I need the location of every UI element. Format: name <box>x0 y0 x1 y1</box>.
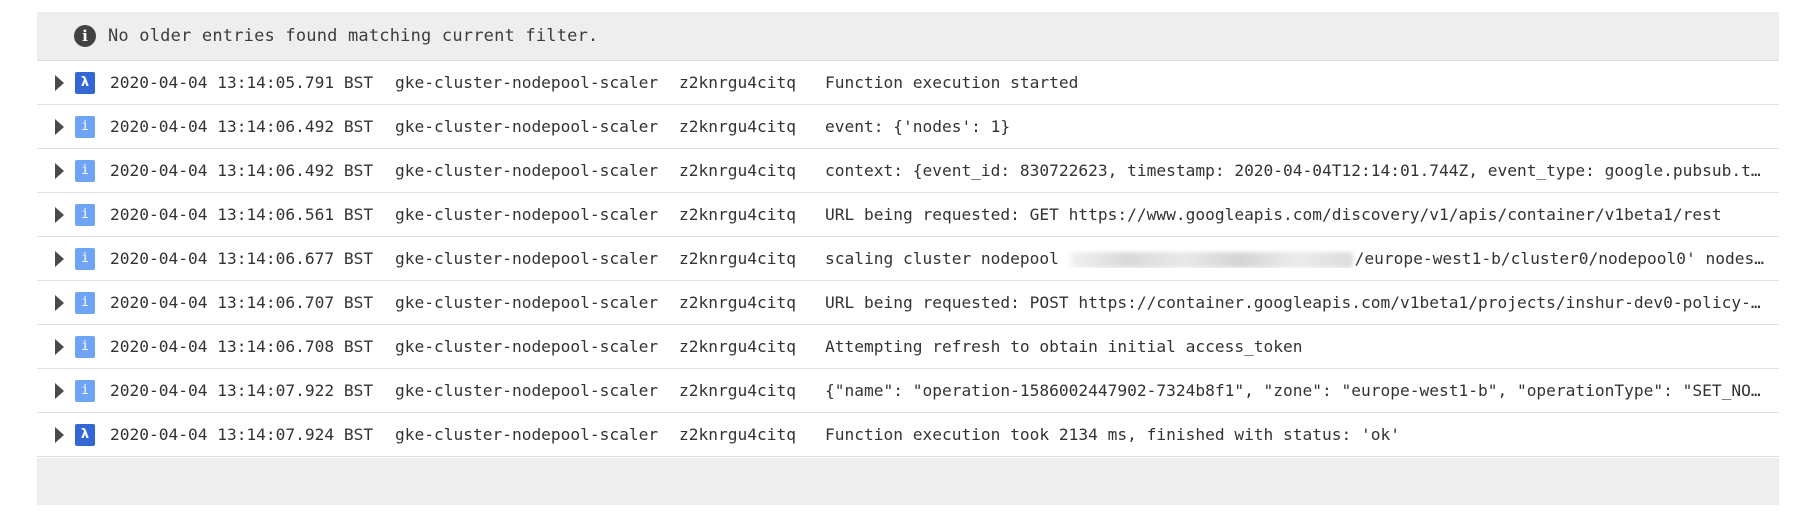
log-message: {"name": "operation-1586002447902-7324b8… <box>825 381 1779 400</box>
info-severity-icon: i <box>75 247 95 270</box>
log-timestamp: 2020-04-04 13:14:06.707 BST <box>110 293 374 312</box>
log-timestamp: 2020-04-04 13:14:06.677 BST <box>110 249 374 268</box>
log-timestamp: 2020-04-04 13:14:07.922 BST <box>110 381 374 400</box>
log-function-name[interactable]: gke-cluster-nodepool-scaler <box>395 205 679 224</box>
log-execution-id[interactable]: z2knrgu4citq <box>679 293 825 312</box>
log-function-name[interactable]: gke-cluster-nodepool-scaler <box>395 117 679 136</box>
log-entry-row[interactable]: i 2020-04-04 13:14:06.492 BST gke-cluste… <box>37 105 1779 149</box>
log-timestamp: 2020-04-04 13:14:07.924 BST <box>110 425 374 444</box>
log-entry-row[interactable]: λ 2020-04-04 13:14:05.791 BST gke-cluste… <box>37 61 1779 105</box>
expand-arrow-icon[interactable] <box>55 426 64 443</box>
info-severity-icon: i <box>75 203 95 226</box>
log-message: Attempting refresh to obtain initial acc… <box>825 337 1303 356</box>
expand-arrow-icon[interactable] <box>55 250 64 267</box>
function-lambda-icon: λ <box>75 423 95 446</box>
expand-arrow-icon[interactable] <box>55 294 64 311</box>
info-severity-icon: i <box>75 335 95 358</box>
expand-arrow-icon[interactable] <box>55 74 64 91</box>
log-entry-row[interactable]: i 2020-04-04 13:14:06.708 BST gke-cluste… <box>37 325 1779 369</box>
log-entry-row[interactable]: i 2020-04-04 13:14:06.561 BST gke-cluste… <box>37 193 1779 237</box>
expand-arrow-icon[interactable] <box>55 382 64 399</box>
log-timestamp: 2020-04-04 13:14:06.561 BST <box>110 205 374 224</box>
log-entry-row[interactable]: λ 2020-04-04 13:14:07.924 BST gke-cluste… <box>37 413 1779 457</box>
log-message-suffix: /europe-west1-b/cluster0/nodepool0' node… <box>1354 249 1779 268</box>
log-message: context: {event_id: 830722623, timestamp… <box>825 161 1779 180</box>
info-severity-icon: i <box>75 379 95 402</box>
log-timestamp: 2020-04-04 13:14:06.492 BST <box>110 117 374 136</box>
log-execution-id[interactable]: z2knrgu4citq <box>679 381 825 400</box>
log-entry-row[interactable]: i 2020-04-04 13:14:06.677 BST gke-cluste… <box>37 237 1779 281</box>
log-function-name[interactable]: gke-cluster-nodepool-scaler <box>395 337 679 356</box>
log-execution-id[interactable]: z2knrgu4citq <box>679 73 825 92</box>
log-execution-id[interactable]: z2knrgu4citq <box>679 337 825 356</box>
expand-arrow-icon[interactable] <box>55 162 64 179</box>
info-severity-icon: i <box>75 115 95 138</box>
log-timestamp: 2020-04-04 13:14:05.791 BST <box>110 73 374 92</box>
log-execution-id[interactable]: z2knrgu4citq <box>679 205 825 224</box>
log-message: URL being requested: GET https://www.goo… <box>825 205 1722 224</box>
log-function-name[interactable]: gke-cluster-nodepool-scaler <box>395 73 679 92</box>
log-execution-id[interactable]: z2knrgu4citq <box>679 249 825 268</box>
log-entry-row[interactable]: i 2020-04-04 13:14:07.922 BST gke-cluste… <box>37 369 1779 413</box>
log-execution-id[interactable]: z2knrgu4citq <box>679 117 825 136</box>
log-function-name[interactable]: gke-cluster-nodepool-scaler <box>395 293 679 312</box>
log-execution-id[interactable]: z2knrgu4citq <box>679 425 825 444</box>
log-footer-bar <box>37 458 1779 505</box>
info-icon: i <box>74 25 96 47</box>
log-timestamp: 2020-04-04 13:14:06.492 BST <box>110 161 374 180</box>
log-message: Function execution started <box>825 73 1079 92</box>
expand-arrow-icon[interactable] <box>55 118 64 135</box>
expand-arrow-icon[interactable] <box>55 338 64 355</box>
log-viewer: i No older entries found matching curren… <box>37 12 1779 512</box>
log-function-name[interactable]: gke-cluster-nodepool-scaler <box>395 425 679 444</box>
log-timestamp: 2020-04-04 13:14:06.708 BST <box>110 337 374 356</box>
log-message-prefix: scaling cluster nodepool <box>825 249 1069 268</box>
log-message: Function execution took 2134 ms, finishe… <box>825 425 1400 444</box>
log-function-name[interactable]: gke-cluster-nodepool-scaler <box>395 381 679 400</box>
log-message: URL being requested: POST https://contai… <box>825 293 1779 312</box>
log-function-name[interactable]: gke-cluster-nodepool-scaler <box>395 249 679 268</box>
log-entry-row[interactable]: i 2020-04-04 13:14:06.707 BST gke-cluste… <box>37 281 1779 325</box>
info-severity-icon: i <box>75 291 95 314</box>
function-lambda-icon: λ <box>75 71 95 94</box>
log-message: scaling cluster nodepool /europe-west1-b… <box>825 249 1779 268</box>
log-execution-id[interactable]: z2knrgu4citq <box>679 161 825 180</box>
log-message: event: {'nodes': 1} <box>825 117 1011 136</box>
redacted-project-blur <box>1070 251 1353 268</box>
expand-arrow-icon[interactable] <box>55 206 64 223</box>
log-entry-row[interactable]: i 2020-04-04 13:14:06.492 BST gke-cluste… <box>37 149 1779 193</box>
notice-text: No older entries found matching current … <box>108 26 599 46</box>
info-severity-icon: i <box>75 159 95 182</box>
no-older-entries-notice: i No older entries found matching curren… <box>37 12 1779 61</box>
log-function-name[interactable]: gke-cluster-nodepool-scaler <box>395 161 679 180</box>
